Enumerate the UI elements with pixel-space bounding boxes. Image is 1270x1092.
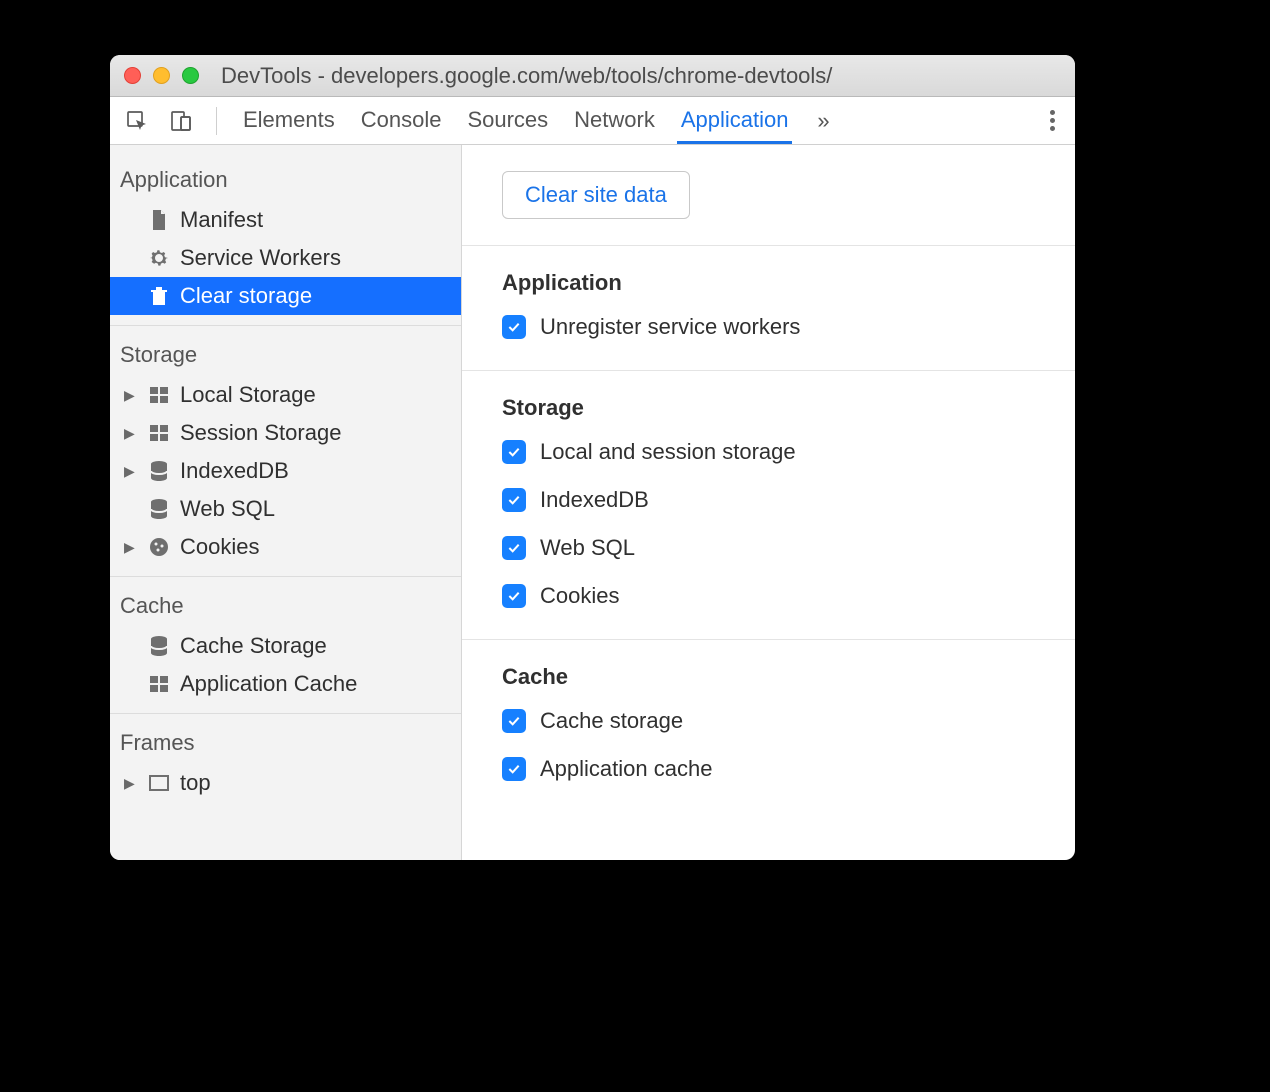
window-title: DevTools - developers.google.com/web/too… [221,63,832,89]
titlebar: DevTools - developers.google.com/web/too… [110,55,1075,97]
tab-console[interactable]: Console [357,97,446,144]
device-toolbar-icon[interactable] [168,108,194,134]
checkbox-application-cache[interactable]: Application cache [502,756,1035,782]
section-header-storage: Storage [502,395,1035,421]
devtools-menu-icon[interactable] [1044,104,1061,137]
gear-icon [146,245,172,271]
tab-sources[interactable]: Sources [463,97,552,144]
grid-icon [146,671,172,697]
database-icon [146,633,172,659]
cookie-icon [146,534,172,560]
separator [216,107,217,135]
close-window-button[interactable] [124,67,141,84]
minimize-window-button[interactable] [153,67,170,84]
tab-application[interactable]: Application [677,97,793,144]
sidebar-header-cache: Cache [110,589,461,627]
sidebar-item-cache-storage[interactable]: Cache Storage [110,627,461,665]
frame-icon [146,770,172,796]
more-tabs-icon[interactable]: » [810,108,836,134]
database-icon [146,496,172,522]
sidebar-group-cache: Cache Cache Storage Application Cache [110,577,461,714]
expand-arrow-icon[interactable]: ▶ [124,387,138,404]
sidebar-item-manifest[interactable]: Manifest [110,201,461,239]
checkbox-local-session-storage[interactable]: Local and session storage [502,439,1035,465]
sidebar-group-storage: Storage ▶ Local Storage ▶ Session Storag… [110,326,461,577]
sidebar-item-websql[interactable]: Web SQL [110,490,461,528]
sidebar-header-storage: Storage [110,338,461,376]
checkbox-checked-icon [502,709,526,733]
expand-arrow-icon[interactable]: ▶ [124,775,138,792]
section-storage: Storage Local and session storage Indexe… [462,371,1075,640]
maximize-window-button[interactable] [182,67,199,84]
checkbox-checked-icon [502,315,526,339]
checkbox-checked-icon [502,757,526,781]
clear-button-row: Clear site data [462,145,1075,246]
grid-icon [146,382,172,408]
clear-storage-panel: Clear site data Application Unregister s… [462,145,1075,860]
grid-icon [146,420,172,446]
checkbox-checked-icon [502,440,526,464]
checkbox-cookies[interactable]: Cookies [502,583,1035,609]
section-header-application: Application [502,270,1035,296]
database-icon [146,458,172,484]
checkbox-cache-storage[interactable]: Cache storage [502,708,1035,734]
section-cache: Cache Cache storage Application cache [462,640,1075,812]
sidebar-item-local-storage[interactable]: ▶ Local Storage [110,376,461,414]
sidebar-header-application: Application [110,163,461,201]
sidebar-item-clear-storage[interactable]: Clear storage [110,277,461,315]
devtools-tabbar: Elements Console Sources Network Applica… [110,97,1075,145]
expand-arrow-icon[interactable]: ▶ [124,463,138,480]
document-icon [146,207,172,233]
application-sidebar: Application Manifest Service Workers Cle… [110,145,462,860]
section-application: Application Unregister service workers [462,246,1075,371]
devtools-window: DevTools - developers.google.com/web/too… [110,55,1075,860]
checkbox-checked-icon [502,536,526,560]
sidebar-item-frame-top[interactable]: ▶ top [110,764,461,802]
tab-elements[interactable]: Elements [239,97,339,144]
sidebar-item-application-cache[interactable]: Application Cache [110,665,461,703]
sidebar-item-service-workers[interactable]: Service Workers [110,239,461,277]
sidebar-item-session-storage[interactable]: ▶ Session Storage [110,414,461,452]
clear-site-data-button[interactable]: Clear site data [502,171,690,219]
section-header-cache: Cache [502,664,1035,690]
checkbox-websql[interactable]: Web SQL [502,535,1035,561]
checkbox-checked-icon [502,584,526,608]
sidebar-item-cookies[interactable]: ▶ Cookies [110,528,461,566]
sidebar-header-frames: Frames [110,726,461,764]
sidebar-group-application: Application Manifest Service Workers Cle… [110,151,461,326]
inspect-element-icon[interactable] [124,108,150,134]
tab-network[interactable]: Network [570,97,659,144]
checkbox-checked-icon [502,488,526,512]
expand-arrow-icon[interactable]: ▶ [124,539,138,556]
window-controls [124,67,199,84]
checkbox-unregister-service-workers[interactable]: Unregister service workers [502,314,1035,340]
sidebar-item-indexeddb[interactable]: ▶ IndexedDB [110,452,461,490]
trash-icon [146,283,172,309]
sidebar-group-frames: Frames ▶ top [110,714,461,812]
expand-arrow-icon[interactable]: ▶ [124,425,138,442]
checkbox-indexeddb[interactable]: IndexedDB [502,487,1035,513]
